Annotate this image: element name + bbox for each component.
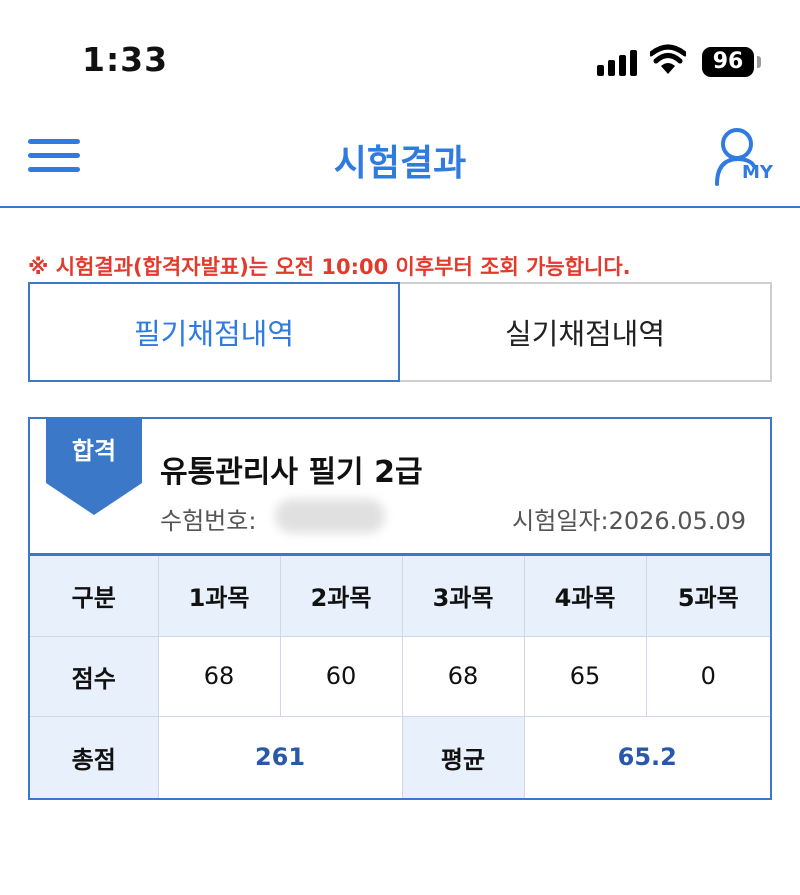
header-cell: 4과목 xyxy=(523,556,647,637)
score-cell: 68 xyxy=(157,635,281,717)
header-cell: 1과목 xyxy=(157,556,281,637)
header-cell: 구분 xyxy=(30,556,159,637)
average-value: 65.2 xyxy=(523,715,770,798)
total-row: 총점 261 평균 65.2 xyxy=(30,715,770,798)
total-value: 261 xyxy=(157,715,403,798)
table-header-row: 구분 1과목 2과목 3과목 4과목 5과목 xyxy=(30,556,770,637)
score-row-label: 점수 xyxy=(30,635,159,717)
tab-written-scoring[interactable]: 필기채점내역 xyxy=(28,282,400,382)
exam-number-redacted xyxy=(275,499,385,533)
score-cell: 0 xyxy=(645,635,770,717)
header-cell: 5과목 xyxy=(645,556,770,637)
my-label: MY xyxy=(742,162,773,183)
exam-date: 시험일자:2026.05.09 xyxy=(512,507,746,535)
app-header: 시험결과 MY xyxy=(0,110,800,208)
status-time: 1:33 xyxy=(82,40,169,79)
battery-tip xyxy=(757,56,761,68)
notice-text: ※ 시험결과(합격자발표)는 오전 10:00 이후부터 조회 가능합니다. xyxy=(28,255,631,279)
total-label: 총점 xyxy=(30,715,159,798)
tab-practical-scoring[interactable]: 실기채점내역 xyxy=(400,282,772,382)
score-row: 점수 68 60 68 65 0 xyxy=(30,635,770,717)
battery-icon: 96 xyxy=(702,47,754,77)
page-title: 시험결과 xyxy=(333,143,467,184)
header-cell: 2과목 xyxy=(279,556,403,637)
my-page-button[interactable]: MY xyxy=(714,126,778,188)
cellular-signal-icon xyxy=(597,50,639,76)
score-table: 구분 1과목 2과목 3과목 4과목 5과목 점수 68 60 68 65 0 … xyxy=(30,556,770,798)
pass-badge: 합격 xyxy=(46,417,142,515)
pass-badge-label: 합격 xyxy=(71,437,117,465)
average-label: 평균 xyxy=(401,715,525,798)
result-card: 합격 유통관리사 필기 2급 수험번호: 시험일자:2026.05.09 구분 … xyxy=(28,417,772,800)
exam-number-label: 수험번호: xyxy=(160,507,257,535)
score-cell: 68 xyxy=(401,635,525,717)
score-cell: 65 xyxy=(523,635,647,717)
exam-name: 유통관리사 필기 2급 xyxy=(160,455,423,490)
score-cell: 60 xyxy=(279,635,403,717)
result-card-header: 합격 유통관리사 필기 2급 수험번호: 시험일자:2026.05.09 xyxy=(30,417,770,556)
status-bar: 1:33 96 xyxy=(0,0,800,110)
result-tabs: 필기채점내역 실기채점내역 xyxy=(28,282,772,382)
wifi-icon xyxy=(650,44,686,74)
header-cell: 3과목 xyxy=(401,556,525,637)
